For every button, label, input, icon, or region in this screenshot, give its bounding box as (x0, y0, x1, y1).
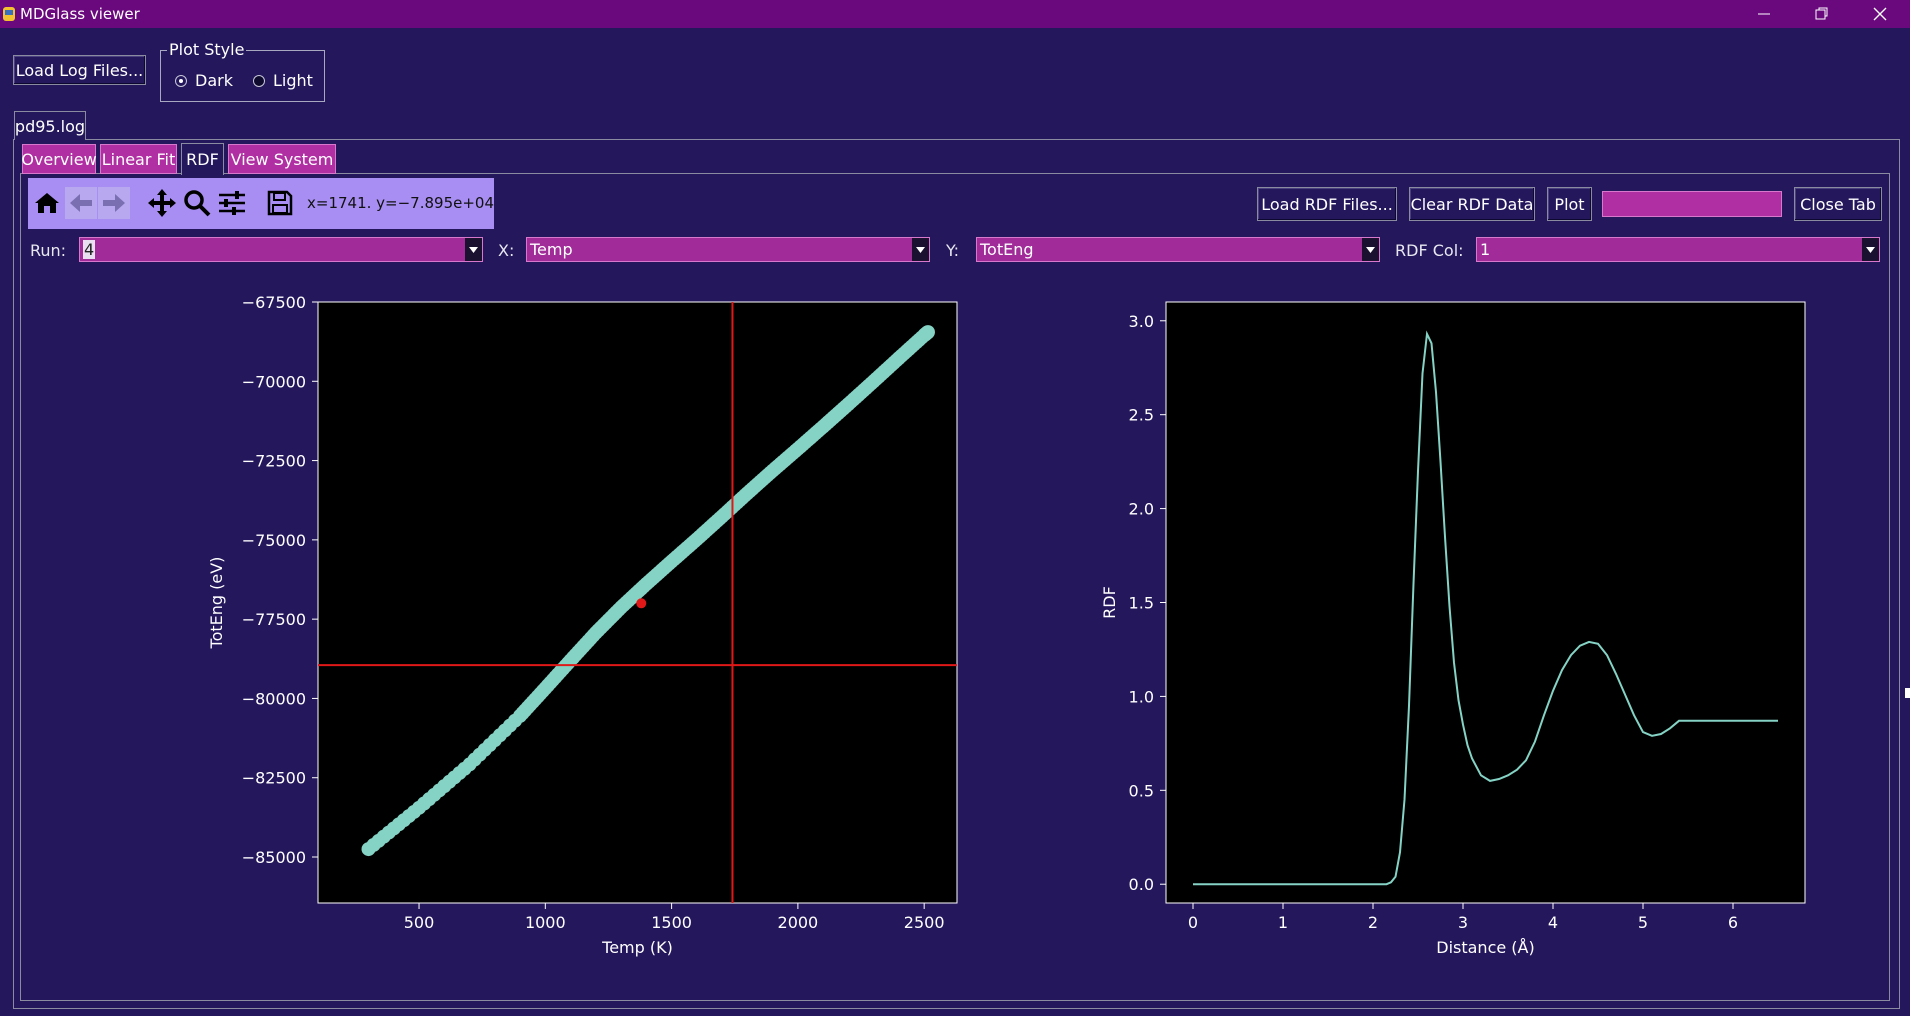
energy-plot-ytick-label: −80000 (242, 689, 306, 708)
energy-plot-ytick-label: −75000 (242, 531, 306, 550)
energy-plot-ylabel: TotEng (eV) (207, 557, 226, 650)
rdf-plot-ytick-label: 2.5 (1129, 406, 1154, 425)
energy-plot-xlabel: Temp (K) (601, 938, 673, 957)
scatter-point (920, 325, 935, 340)
energy-plot-ytick-label: −85000 (242, 848, 306, 867)
rdf-plot-ytick-label: 0.5 (1129, 781, 1154, 800)
energy-plot-xtick-label: 2500 (904, 913, 945, 932)
energy-plot-xtick-label: 1000 (525, 913, 566, 932)
rdf-plot-ytick-label: 0.0 (1129, 875, 1154, 894)
rdf-plot-area (1165, 301, 1806, 904)
energy-plot-xtick-label: 2000 (778, 913, 819, 932)
rdf-plot-xtick-label: 2 (1368, 913, 1378, 932)
rdf-plot-xtick-label: 5 (1638, 913, 1648, 932)
rdf-plot-xtick-label: 4 (1548, 913, 1558, 932)
rdf-plot-xtick-label: 3 (1458, 913, 1468, 932)
energy-plot-ytick-label: −70000 (242, 372, 306, 391)
rdf-plot-ytick-label: 3.0 (1129, 312, 1154, 331)
rdf-plot-xtick-label: 0 (1188, 913, 1198, 932)
energy-plot-ytick-label: −77500 (242, 610, 306, 629)
rdf-plot-ytick-label: 1.0 (1129, 687, 1154, 706)
energy-plot-ytick-label: −82500 (242, 769, 306, 788)
scroll-handle[interactable] (1905, 688, 1910, 698)
energy-plot-ytick-label: −67500 (242, 293, 306, 312)
energy-plot-xtick-label: 1500 (651, 913, 692, 932)
rdf-plot-ytick-label: 1.5 (1129, 594, 1154, 613)
energy-plot-xtick-label: 500 (404, 913, 435, 932)
energy-plot-ytick-label: −72500 (242, 452, 306, 471)
charts-canvas[interactable]: 500 1000 1500 2000 2500 −67500 −70000 −72500 −75… (0, 0, 1910, 1016)
selected-point-marker (636, 598, 647, 609)
rdf-plot-xtick-label: 1 (1278, 913, 1288, 932)
rdf-plot-xtick-label: 6 (1728, 913, 1738, 932)
rdf-plot-xlabel: Distance (Å) (1436, 938, 1534, 957)
rdf-plot-ylabel: RDF (1100, 586, 1119, 619)
rdf-plot-ytick-label: 2.0 (1129, 500, 1154, 519)
